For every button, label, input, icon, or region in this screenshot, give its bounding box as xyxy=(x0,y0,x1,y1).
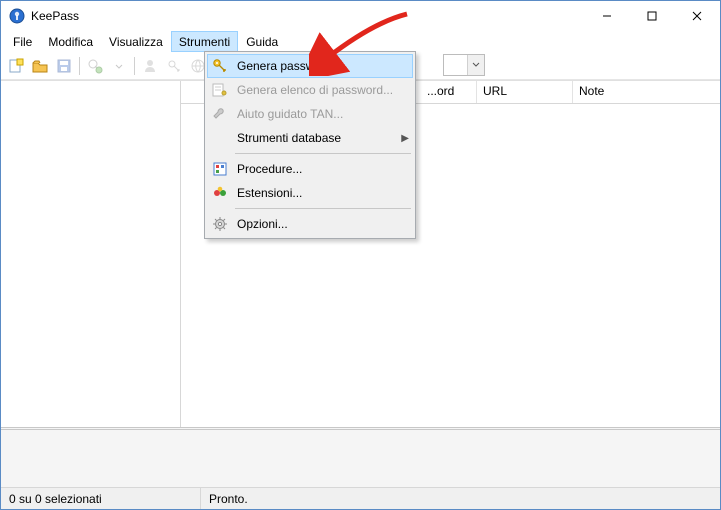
search-dropdown-button[interactable] xyxy=(467,55,484,75)
statusbar: 0 su 0 selezionati Pronto. xyxy=(1,487,720,509)
column-password[interactable]: ...ord xyxy=(421,81,477,103)
menu-aiuto-tan[interactable]: Aiuto guidato TAN... xyxy=(207,102,413,126)
window-title: KeePass xyxy=(31,9,79,23)
menu-separator xyxy=(235,153,411,154)
status-state: Pronto. xyxy=(201,488,256,509)
dropdown-button[interactable] xyxy=(108,55,130,77)
add-entry-button[interactable] xyxy=(84,55,106,77)
plugin-icon xyxy=(211,184,229,202)
menu-item-label: Estensioni... xyxy=(237,186,302,200)
keepass-icon xyxy=(9,8,25,24)
menu-procedure[interactable]: Procedure... xyxy=(207,157,413,181)
new-db-button[interactable] xyxy=(5,55,27,77)
submenu-arrow-icon: ▶ xyxy=(401,133,409,144)
menu-file[interactable]: File xyxy=(5,31,40,52)
menu-item-label: Genera password... xyxy=(237,59,342,73)
menu-genera-elenco[interactable]: Genera elenco di password... xyxy=(207,78,413,102)
menu-item-label: Procedure... xyxy=(237,162,302,176)
menu-item-label: Genera elenco di password... xyxy=(237,83,393,97)
gear-icon xyxy=(211,215,229,233)
strumenti-dropdown: Genera password... Genera elenco di pass… xyxy=(204,51,416,239)
group-tree[interactable] xyxy=(1,81,181,427)
wrench-icon xyxy=(211,105,229,123)
column-url[interactable]: URL xyxy=(477,81,573,103)
chevron-down-icon xyxy=(472,61,480,69)
search-input[interactable] xyxy=(444,55,467,75)
menu-visualizza[interactable]: Visualizza xyxy=(101,31,171,52)
search-combo[interactable] xyxy=(443,54,485,76)
menu-estensioni[interactable]: Estensioni... xyxy=(207,181,413,205)
key-gold-icon xyxy=(211,57,229,75)
user-copy-button[interactable] xyxy=(139,55,161,77)
maximize-button[interactable] xyxy=(629,2,674,31)
list-key-icon xyxy=(211,81,229,99)
minimize-button[interactable] xyxy=(584,2,629,31)
app-window: KeePass File Modifica Visualizza Strumen… xyxy=(0,0,721,510)
blank-icon xyxy=(211,129,229,147)
column-note[interactable]: Note xyxy=(573,81,693,103)
detail-panel xyxy=(1,427,720,487)
menu-item-label: Opzioni... xyxy=(237,217,288,231)
pw-copy-button[interactable] xyxy=(163,55,185,77)
menu-separator xyxy=(235,208,411,209)
titlebar: KeePass xyxy=(1,1,720,31)
menubar: File Modifica Visualizza Strumenti Guida xyxy=(1,31,720,52)
menu-item-label: Aiuto guidato TAN... xyxy=(237,107,343,121)
menu-strumenti[interactable]: Strumenti xyxy=(171,31,238,52)
menu-opzioni[interactable]: Opzioni... xyxy=(207,212,413,236)
menu-guida[interactable]: Guida xyxy=(238,31,286,52)
save-db-button[interactable] xyxy=(53,55,75,77)
open-db-button[interactable] xyxy=(29,55,51,77)
menu-strumenti-database[interactable]: Strumenti database ▶ xyxy=(207,126,413,150)
menu-item-label: Strumenti database xyxy=(237,131,341,145)
menu-genera-password[interactable]: Genera password... xyxy=(207,54,413,78)
status-selection: 0 su 0 selezionati xyxy=(1,488,201,509)
close-button[interactable] xyxy=(674,2,720,31)
procedure-icon xyxy=(211,160,229,178)
menu-modifica[interactable]: Modifica xyxy=(40,31,101,52)
